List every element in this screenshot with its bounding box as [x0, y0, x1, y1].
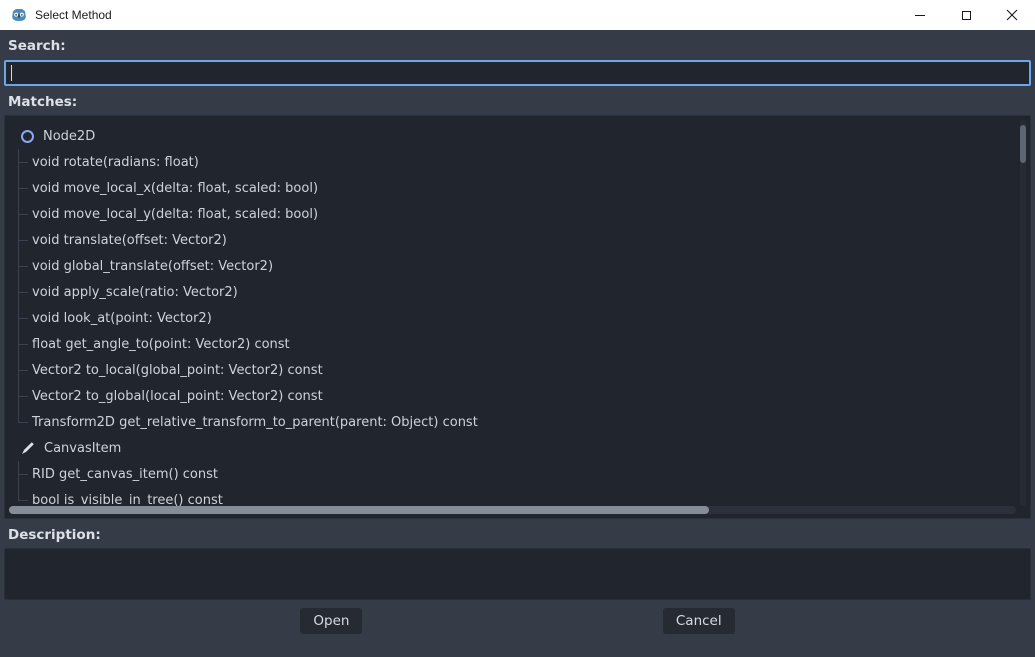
- maximize-button[interactable]: [943, 0, 989, 30]
- tree-row[interactable]: RID get_canvas_item() const: [5, 461, 1030, 487]
- select-method-dialog: Select Method Search: Matches: Node2D vo…: [0, 0, 1035, 657]
- horizontal-scrollbar-thumb[interactable]: [9, 506, 709, 514]
- tree-row-label: void rotate(radians: float): [32, 155, 199, 170]
- open-button[interactable]: Open: [300, 608, 362, 634]
- tree-rows: Node2D void rotate(radians: float) void …: [5, 116, 1030, 513]
- tree-row-label: RID get_canvas_item() const: [32, 467, 218, 482]
- tree-row[interactable]: void global_translate(offset: Vector2): [5, 253, 1030, 279]
- close-icon: [1006, 9, 1018, 21]
- tree-row[interactable]: void look_at(point: Vector2): [5, 305, 1030, 331]
- matches-tree: Node2D void rotate(radians: float) void …: [4, 115, 1031, 519]
- search-input[interactable]: [4, 60, 1031, 86]
- maximize-icon: [962, 11, 971, 20]
- tree-row[interactable]: Vector2 to_global(local_point: Vector2) …: [5, 383, 1030, 409]
- search-field-wrap: [4, 60, 1031, 86]
- dialog-content: Search: Matches: Node2D void rotate(radi…: [0, 30, 1035, 657]
- tree-row[interactable]: float get_angle_to(point: Vector2) const: [5, 331, 1030, 357]
- matches-label: Matches:: [8, 94, 1035, 110]
- vertical-scrollbar-track[interactable]: [1020, 120, 1026, 506]
- tree-row-label: Vector2 to_local(global_point: Vector2) …: [32, 363, 323, 378]
- tree-row[interactable]: void rotate(radians: float): [5, 149, 1030, 175]
- text-caret: [11, 65, 12, 81]
- tree-row[interactable]: Node2D: [5, 123, 1030, 149]
- tree-row[interactable]: CanvasItem: [5, 435, 1030, 461]
- minimize-icon: [915, 15, 925, 16]
- tree-row-label: void move_local_y(delta: float, scaled: …: [32, 207, 318, 222]
- tree-row-label: void translate(offset: Vector2): [32, 233, 227, 248]
- tree-row-label: void apply_scale(ratio: Vector2): [32, 285, 238, 300]
- tree-row-label: Vector2 to_global(local_point: Vector2) …: [32, 389, 323, 404]
- tree-row-label: Transform2D get_relative_transform_to_pa…: [32, 415, 478, 430]
- vertical-scrollbar-thumb[interactable]: [1020, 125, 1026, 163]
- description-box: [4, 548, 1031, 600]
- node2d-icon: [21, 130, 34, 143]
- description-label: Description:: [8, 527, 1035, 543]
- search-label: Search:: [8, 38, 1035, 54]
- tree-row[interactable]: void move_local_x(delta: float, scaled: …: [5, 175, 1030, 201]
- canvasitem-icon: [21, 441, 35, 455]
- tree-row-label: void look_at(point: Vector2): [32, 311, 212, 326]
- tree-row-label: void global_translate(offset: Vector2): [32, 259, 273, 274]
- tree-row[interactable]: Transform2D get_relative_transform_to_pa…: [5, 409, 1030, 435]
- tree-row-label: void move_local_x(delta: float, scaled: …: [32, 181, 318, 196]
- tree-row-label: Node2D: [43, 129, 95, 144]
- close-button[interactable]: [989, 0, 1035, 30]
- tree-row[interactable]: void apply_scale(ratio: Vector2): [5, 279, 1030, 305]
- tree-row[interactable]: void translate(offset: Vector2): [5, 227, 1030, 253]
- minimize-button[interactable]: [897, 0, 943, 30]
- window-title: Select Method: [35, 8, 112, 22]
- tree-row-label: CanvasItem: [44, 441, 121, 456]
- tree-row-label: float get_angle_to(point: Vector2) const: [32, 337, 290, 352]
- tree-row[interactable]: Vector2 to_local(global_point: Vector2) …: [5, 357, 1030, 383]
- tree-row[interactable]: void move_local_y(delta: float, scaled: …: [5, 201, 1030, 227]
- titlebar: Select Method: [0, 0, 1035, 30]
- dialog-buttons: Open Cancel: [0, 608, 1035, 634]
- godot-logo-icon: [10, 6, 28, 24]
- cancel-button[interactable]: Cancel: [663, 608, 735, 634]
